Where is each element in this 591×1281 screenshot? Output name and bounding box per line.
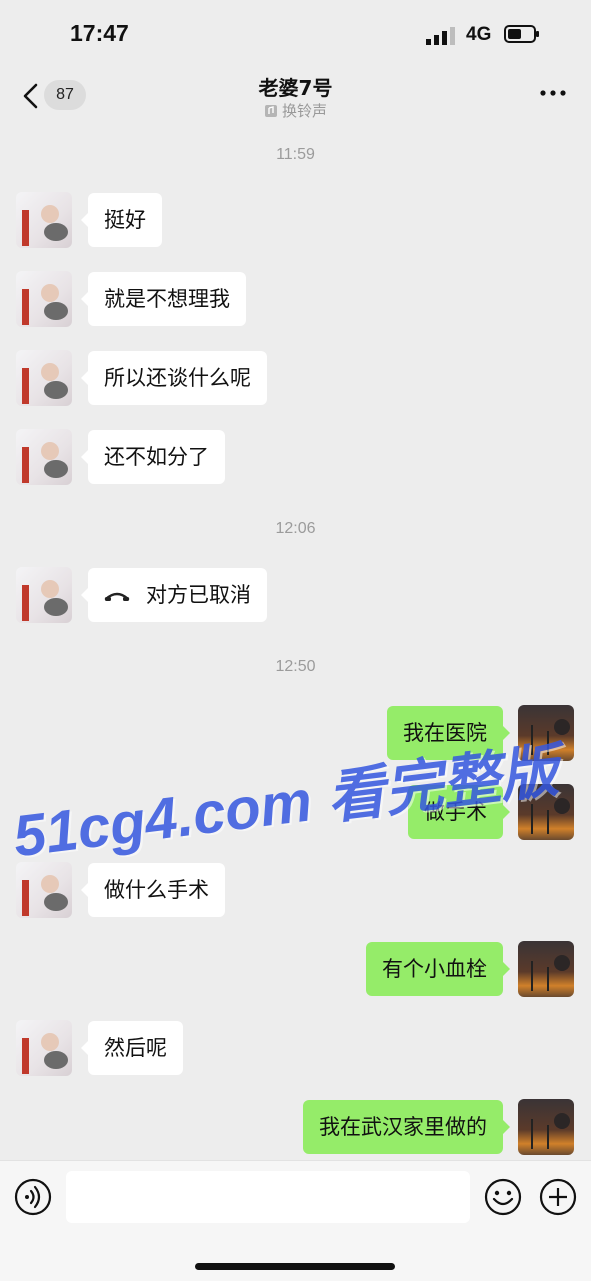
message-bubble[interactable]: 挺好 bbox=[81, 193, 162, 247]
plus-icon[interactable] bbox=[539, 1178, 577, 1216]
timestamp: 12:06 bbox=[275, 520, 316, 537]
avatar[interactable] bbox=[16, 271, 72, 327]
emoji-icon[interactable] bbox=[484, 1178, 522, 1216]
message-bubble[interactable]: 有个小血栓 bbox=[366, 942, 510, 996]
avatar[interactable] bbox=[16, 567, 72, 623]
ringtone-link[interactable]: 换铃声 bbox=[0, 100, 591, 121]
avatar[interactable] bbox=[518, 1099, 574, 1155]
ringtone-icon bbox=[264, 105, 277, 117]
message-bubble[interactable]: 然后呢 bbox=[81, 1021, 183, 1075]
avatar[interactable] bbox=[16, 1020, 72, 1076]
call-icon bbox=[104, 592, 130, 601]
battery-icon bbox=[504, 25, 539, 43]
chat-header: 87 老婆7号 换铃声 bbox=[0, 70, 591, 128]
avatar[interactable] bbox=[518, 941, 574, 997]
timestamp: 12:50 bbox=[275, 658, 316, 675]
signal-icon bbox=[426, 27, 455, 45]
message-bubble[interactable]: 做什么手术 bbox=[81, 863, 225, 917]
timestamp: 11:59 bbox=[276, 146, 315, 163]
message-bubble[interactable]: 我在武汉家里做的 bbox=[303, 1100, 510, 1154]
network-label: 4G bbox=[466, 24, 492, 45]
voice-icon[interactable] bbox=[14, 1178, 52, 1216]
call-record-bubble[interactable]: 对方已取消 bbox=[81, 568, 267, 622]
message-bubble[interactable]: 所以还谈什么呢 bbox=[81, 351, 267, 405]
message-bubble[interactable]: 就是不想理我 bbox=[81, 272, 246, 326]
call-status-text: 对方已取消 bbox=[146, 583, 251, 607]
status-time: 17:47 bbox=[70, 20, 129, 46]
message-bubble[interactable]: 还不如分了 bbox=[81, 430, 225, 484]
input-bar bbox=[0, 1160, 591, 1281]
ringtone-label: 换铃声 bbox=[281, 102, 327, 120]
avatar[interactable] bbox=[16, 192, 72, 248]
avatar[interactable] bbox=[16, 350, 72, 406]
chat-title[interactable]: 老婆7号 bbox=[0, 72, 591, 101]
home-indicator bbox=[195, 1263, 395, 1270]
status-bar: 17:47 4G bbox=[0, 0, 591, 70]
avatar[interactable] bbox=[16, 429, 72, 485]
watermark-overlay: 51cg4.com 看完整版 bbox=[9, 738, 562, 870]
more-icon[interactable] bbox=[540, 88, 566, 98]
message-input[interactable] bbox=[66, 1171, 470, 1223]
